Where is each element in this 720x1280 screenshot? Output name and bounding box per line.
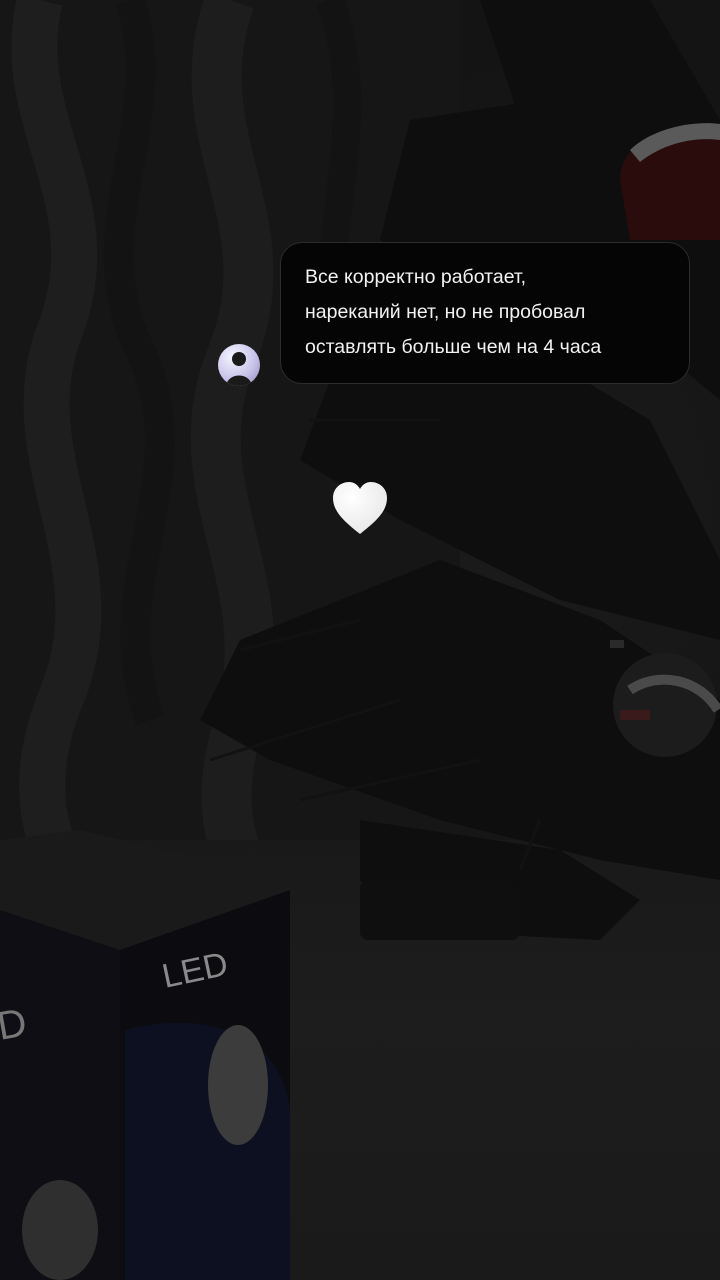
message-bubble: Все корректно работает, нареканий нет, н… xyxy=(280,242,690,384)
message-line: нареканий нет, но не пробовал xyxy=(305,301,586,323)
avatar[interactable] xyxy=(218,344,260,386)
white-heart-icon[interactable] xyxy=(331,480,389,536)
reply-message: Все корректно работает, нареканий нет, н… xyxy=(218,242,690,386)
user-silhouette-icon xyxy=(226,352,252,386)
led-bulb-boxes-image: LED D xyxy=(0,830,290,1280)
message-line: Все корректно работает, xyxy=(305,266,527,288)
santa-hat-decoration xyxy=(620,123,720,240)
ornament-ball-image xyxy=(610,640,720,757)
message-line: оставлять больше чем на 4 часа xyxy=(305,336,602,358)
story-screen[interactable]: LED D Все корректно работает, нареканий … xyxy=(0,0,720,1280)
